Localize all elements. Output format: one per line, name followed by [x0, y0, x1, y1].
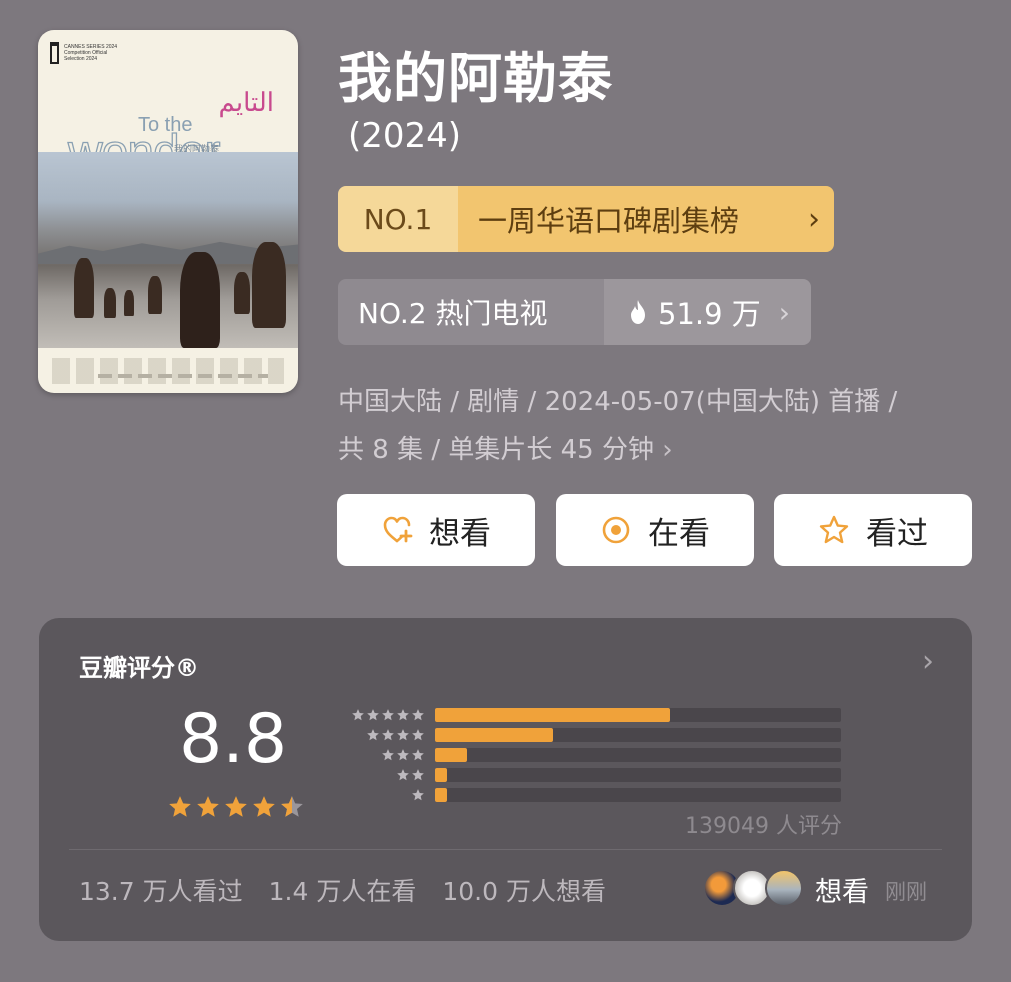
rating-header: 豆瓣评分® — [79, 654, 199, 682]
watching-count: 1.4 万人在看 — [268, 877, 417, 906]
want-to-watch-label: 想看 — [429, 515, 491, 552]
star-icon — [197, 796, 219, 817]
show-info[interactable]: 中国大陆 / 剧情 / 2024-05-07(中国大陆) 首播 / 共 8 集 … — [338, 378, 978, 474]
rating-distribution-row — [329, 787, 841, 803]
star-icon — [281, 796, 303, 817]
festival-logo: CANNES SERIES 2024 Competition Official … — [50, 42, 120, 78]
row-stars — [329, 788, 425, 802]
chevron-right-icon: › — [794, 186, 834, 252]
rating-bar-fill — [435, 748, 468, 762]
chevron-right-icon: › — [778, 295, 790, 329]
watched-label: 看过 — [866, 515, 928, 552]
star-icon — [412, 769, 424, 781]
rating-bar-track — [435, 748, 841, 762]
poster-scene — [38, 152, 298, 348]
show-title: 我的阿勒泰 — [338, 47, 613, 110]
star-icon — [397, 709, 409, 721]
rating-count: 139049 人评分 — [685, 814, 842, 839]
poster-credits-line — [98, 374, 268, 378]
rank-badge-hot-tv[interactable]: NO.2 热门电视 51.9 万 › — [338, 279, 811, 345]
star-icon — [225, 796, 247, 817]
rank-number: NO.1 — [338, 186, 458, 252]
rating-bar-track — [435, 788, 841, 802]
rating-bar-fill — [435, 728, 553, 742]
recent-user-avatars[interactable] — [703, 869, 807, 909]
star-icon — [367, 729, 379, 741]
row-stars — [329, 728, 425, 742]
info-line-2: 共 8 集 / 单集片长 45 分钟 › — [338, 435, 673, 465]
rating-distribution-row — [329, 767, 841, 783]
rank-badge-weekly-chart[interactable]: NO.1 一周华语口碑剧集榜 › — [338, 186, 834, 252]
avatar — [765, 869, 803, 907]
douban-rating-card[interactable]: 豆瓣评分® › 8.8 139049 人评分 13.7 万人看过 1.4 万人在… — [39, 618, 972, 941]
rating-bar-track — [435, 708, 841, 722]
star-icon — [397, 729, 409, 741]
rating-bar-track — [435, 728, 841, 742]
star-icon — [382, 709, 394, 721]
rating-bar-fill — [435, 788, 448, 802]
poster-image[interactable]: CANNES SERIES 2024 Competition Official … — [38, 30, 298, 393]
star-icon — [397, 749, 409, 761]
heat-indicator: 51.9 万 › — [604, 279, 811, 345]
star-icon — [412, 729, 424, 741]
rating-score: 8.8 — [179, 700, 288, 779]
heart-plus-icon — [383, 516, 413, 543]
row-stars — [329, 748, 425, 762]
chevron-right-icon[interactable]: › — [922, 644, 934, 679]
divider — [69, 849, 942, 850]
watched-count: 13.7 万人看过 — [79, 877, 243, 906]
star-icon — [382, 729, 394, 741]
flame-icon — [631, 300, 645, 324]
rating-bar-track — [435, 768, 841, 782]
star-icon — [412, 789, 424, 801]
star-icon — [169, 796, 191, 817]
rating-bar-fill — [435, 768, 448, 782]
row-stars — [329, 708, 425, 722]
recent-action-label: 想看 — [815, 877, 869, 908]
poster-credits — [52, 358, 284, 384]
watch-stats: 13.7 万人看过 1.4 万人在看 10.0 万人想看 — [79, 872, 606, 908]
star-icon — [382, 749, 394, 761]
star-icon — [397, 769, 409, 781]
rank-chart-label: 一周华语口碑剧集榜 — [458, 186, 794, 252]
watching-label: 在看 — [648, 515, 710, 552]
star-icon — [412, 709, 424, 721]
watched-button[interactable]: 看过 — [774, 494, 972, 566]
rating-distribution-row — [329, 747, 841, 763]
want-to-watch-button[interactable]: 想看 — [337, 494, 535, 566]
show-year: (2024) — [348, 116, 462, 156]
chevron-right-icon: › — [662, 435, 673, 465]
rating-stars — [167, 794, 305, 820]
info-line-1: 中国大陆 / 剧情 / 2024-05-07(中国大陆) 首播 / — [338, 387, 898, 417]
star-icon — [253, 796, 275, 817]
star-outline-icon — [819, 515, 849, 544]
poster-arabic-title: التايم — [218, 88, 274, 118]
star-icon — [352, 709, 364, 721]
hot-tv-rank-label: NO.2 热门电视 — [338, 279, 604, 345]
heat-value: 51.9 万 — [658, 297, 761, 331]
rating-bar-fill — [435, 708, 671, 722]
recent-action-time: 刚刚 — [885, 880, 927, 904]
row-stars — [329, 768, 425, 782]
watching-button[interactable]: 在看 — [556, 494, 754, 566]
rating-distribution-row — [329, 707, 841, 723]
star-icon — [367, 709, 379, 721]
target-circle-icon — [602, 516, 630, 544]
want-count: 10.0 万人想看 — [442, 877, 606, 906]
rating-distribution-row — [329, 727, 841, 743]
star-icon — [412, 749, 424, 761]
